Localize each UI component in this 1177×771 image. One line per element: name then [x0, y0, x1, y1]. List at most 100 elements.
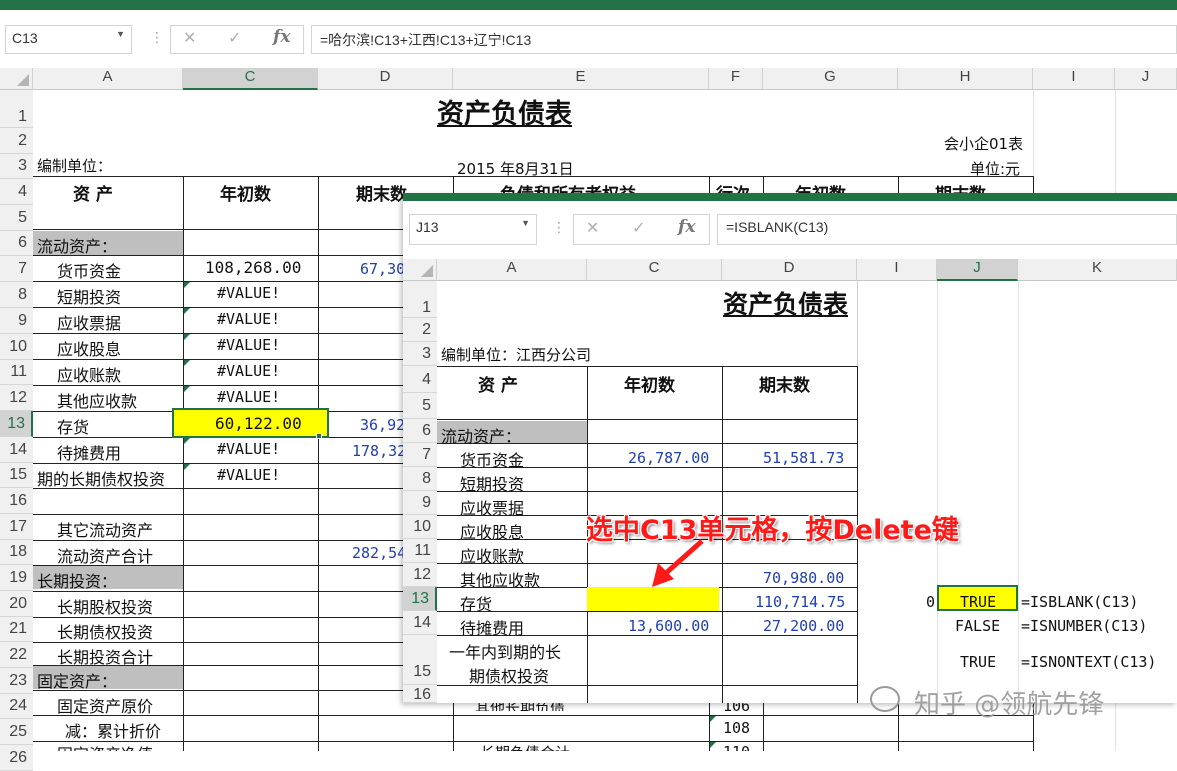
formula-input[interactable]: =哈尔滨!C13+江西!C13+辽宁!C13	[311, 25, 1177, 54]
row-header[interactable]: 13	[0, 411, 33, 437]
row-header[interactable]: 9	[0, 308, 33, 334]
row-header[interactable]: 1	[0, 90, 33, 128]
col-header-c[interactable]: C	[183, 68, 318, 90]
cell-c10[interactable]: #VALUE!	[217, 336, 280, 354]
cell-c8[interactable]: #VALUE!	[217, 284, 280, 302]
cell-c11[interactable]: #VALUE!	[217, 362, 280, 380]
row-header[interactable]: 17	[0, 514, 33, 540]
row-header[interactable]: 14	[0, 437, 33, 463]
cell-a15[interactable]: 期的长期债权投资	[37, 466, 165, 490]
overlay-row-header[interactable]: 15	[403, 635, 437, 685]
col-header-f[interactable]: F	[709, 68, 763, 90]
cell-a10[interactable]: 应收股息	[57, 336, 121, 360]
cell-a14[interactable]: 待摊费用	[57, 440, 121, 464]
cell-c7[interactable]: 108,268.00	[205, 258, 301, 277]
row-header[interactable]: 16	[0, 488, 33, 514]
cell-a12[interactable]: 其他应收款	[57, 388, 137, 412]
overlay-cell-j13[interactable]: TRUE	[960, 593, 996, 611]
cell-a13[interactable]: 存货	[57, 414, 89, 438]
cell-f25[interactable]: 108	[723, 719, 750, 737]
overlay-cell-a11[interactable]: 应收账款	[460, 543, 524, 567]
overlay-cell-a8[interactable]: 短期投资	[460, 471, 524, 495]
col-header-e[interactable]: E	[453, 68, 709, 90]
overlay-cell-k14[interactable]: =ISNUMBER(C13)	[1021, 617, 1147, 635]
cell-a17[interactable]: 其它流动资产	[57, 517, 153, 541]
cell-e26[interactable]: 长期负债合计	[480, 742, 570, 751]
cell-a24[interactable]: 固定资产原价	[57, 693, 153, 717]
overlay-cell-d12[interactable]: 70,980.00	[763, 569, 844, 587]
col-header-i[interactable]: I	[1033, 68, 1115, 90]
cell-d18[interactable]: 282,54	[352, 544, 406, 562]
cell-a11[interactable]: 应收账款	[57, 362, 121, 386]
overlay-cell-a6[interactable]: 流动资产：	[441, 423, 521, 447]
chevron-down-icon[interactable]: ▼	[116, 29, 125, 39]
overlay-cell-j15[interactable]: TRUE	[960, 653, 996, 671]
col-header-d[interactable]: D	[318, 68, 453, 90]
cancel-icon[interactable]: ✕	[183, 28, 196, 47]
row-header[interactable]: 12	[0, 385, 33, 411]
overlay-cell-d13[interactable]: 110,714.75	[755, 593, 845, 611]
overlay-formula-input[interactable]: =ISBLANK(C13)	[717, 214, 1177, 245]
overlay-name-box[interactable]: J13 ▼	[409, 214, 537, 245]
col-header-a[interactable]: A	[33, 68, 183, 90]
row-header[interactable]: 6	[0, 231, 33, 256]
overlay-cell-a9[interactable]: 应收票据	[460, 495, 524, 519]
overlay-row-header[interactable]: 13	[403, 587, 437, 611]
col-header-j[interactable]: J	[1115, 68, 1177, 90]
row-header[interactable]: 10	[0, 334, 33, 360]
cell-a21[interactable]: 长期债权投资	[57, 619, 153, 643]
overlay-cell-k13[interactable]: =ISBLANK(C13)	[1021, 593, 1138, 611]
overlay-row-header[interactable]: 12	[403, 563, 437, 587]
row-header[interactable]: 11	[0, 360, 33, 385]
cell-a25[interactable]: 减：累计折价	[65, 718, 161, 742]
overlay-row-header[interactable]: 5	[403, 393, 437, 419]
col-header-h[interactable]: H	[898, 68, 1033, 90]
overlay-cell-a15-line2[interactable]: 期债权投资	[469, 663, 549, 687]
row-header[interactable]: 25	[0, 719, 33, 745]
overlay-col-header-k[interactable]: K	[1018, 259, 1177, 281]
cell-a26[interactable]: 固定资产净值	[57, 741, 153, 751]
name-box[interactable]: C13 ▼	[5, 25, 132, 54]
overlay-cell-i13[interactable]: 0	[926, 593, 935, 611]
overlay-col-header-i[interactable]: I	[857, 259, 937, 281]
cell-a9[interactable]: 应收票据	[57, 310, 121, 334]
row-header[interactable]: 7	[0, 256, 33, 282]
overlay-row-header[interactable]: 9	[403, 491, 437, 515]
row-header[interactable]: 20	[0, 591, 33, 617]
cell-a23[interactable]: 固定资产：	[37, 668, 117, 692]
row-header[interactable]: 8	[0, 282, 33, 308]
overlay-col-header-j[interactable]: J	[937, 259, 1018, 281]
overlay-cell-a12[interactable]: 其他应收款	[460, 567, 540, 591]
cell-a18[interactable]: 流动资产合计	[57, 543, 153, 567]
cell-f26[interactable]: 110	[723, 743, 750, 751]
overlay-row-header[interactable]: 2	[403, 318, 437, 342]
chevron-down-icon[interactable]: ▼	[521, 218, 530, 228]
cell-a20[interactable]: 长期股权投资	[57, 594, 153, 618]
cell-c9[interactable]: #VALUE!	[217, 310, 280, 328]
cell-a7[interactable]: 货币资金	[57, 258, 121, 282]
row-header[interactable]: 18	[0, 540, 33, 565]
row-header[interactable]: 15	[0, 463, 33, 488]
overlay-row-header[interactable]: 6	[403, 419, 437, 443]
overlay-row-header[interactable]: 4	[403, 366, 437, 393]
cell-a22[interactable]: 长期投资合计	[57, 644, 153, 668]
cell-a8[interactable]: 短期投资	[57, 284, 121, 308]
overlay-row-header[interactable]: 10	[403, 515, 437, 539]
row-header[interactable]: 26	[0, 745, 33, 771]
row-header[interactable]: 24	[0, 694, 33, 719]
overlay-row-header[interactable]: 7	[403, 443, 437, 467]
cell-a19[interactable]: 长期投资：	[37, 568, 117, 592]
cell-c14[interactable]: #VALUE!	[217, 440, 280, 458]
cell-d14[interactable]: 178,32	[352, 442, 406, 460]
row-header[interactable]: 22	[0, 642, 33, 668]
overlay-cell-a13[interactable]: 存货	[460, 591, 492, 615]
enter-icon[interactable]: ✓	[632, 218, 645, 237]
cell-c13[interactable]: 60,122.00	[215, 414, 302, 433]
overlay-cell-a15-line1[interactable]: 一年内到期的长	[449, 639, 561, 663]
overlay-row-header[interactable]: 14	[403, 611, 437, 635]
overlay-cell-c7[interactable]: 26,787.00	[628, 449, 709, 467]
row-header[interactable]: 21	[0, 617, 33, 642]
function-icon[interactable]: fx	[273, 27, 290, 47]
col-header-g[interactable]: G	[763, 68, 898, 90]
overlay-cell-j14[interactable]: FALSE	[955, 617, 1000, 635]
